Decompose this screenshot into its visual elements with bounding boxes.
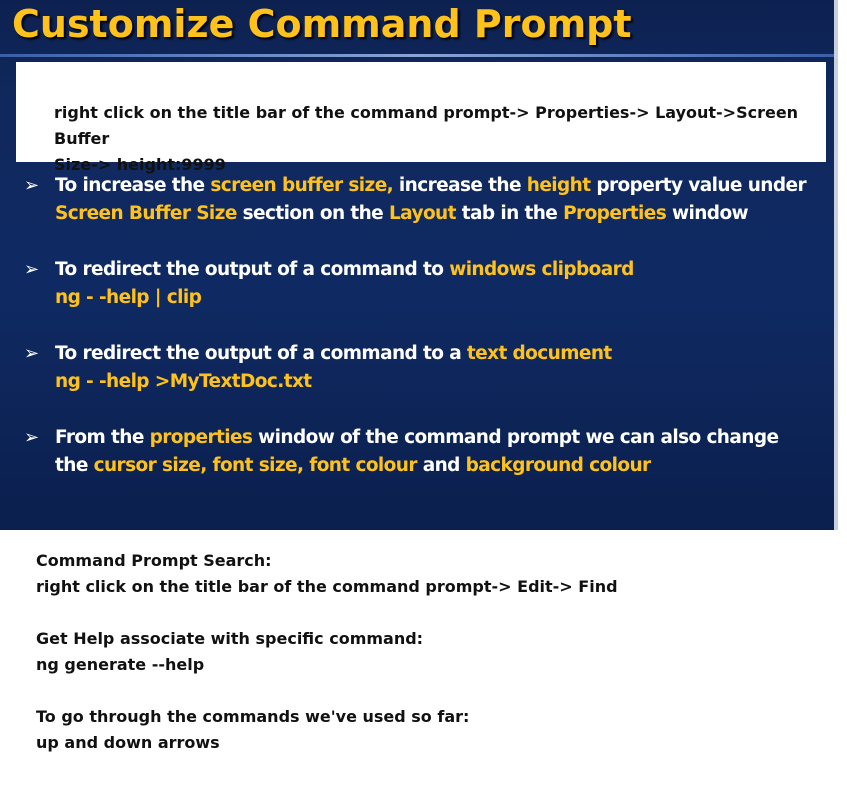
text: window of the command prompt we can also… xyxy=(252,427,779,448)
highlight: Layout xyxy=(388,203,456,224)
slide-title: Customize Command Prompt xyxy=(12,2,632,46)
layout-note-box: right click on the title bar of the comm… xyxy=(16,62,826,174)
text: increase the xyxy=(393,175,527,196)
arrow-bullet-icon: ➢ xyxy=(24,427,39,448)
highlight: background colour xyxy=(465,455,652,476)
note-text: right click on the title bar of the comm… xyxy=(36,577,618,596)
bullet-line: To increase the screen buffer size, incr… xyxy=(55,172,824,200)
note-heading: Get Help associate with specific command… xyxy=(36,629,424,648)
highlight: cursor size, font size, font colour xyxy=(93,455,418,476)
highlight: properties xyxy=(149,427,253,448)
notes-section: Command Prompt Search: right click on th… xyxy=(36,548,816,782)
note-history: To go through the commands we've used so… xyxy=(36,704,816,756)
highlight: windows clipboard xyxy=(449,259,634,280)
bullet-line: Screen Buffer Size section on the Layout… xyxy=(55,200,824,228)
note-heading: Command Prompt Search: xyxy=(36,551,272,570)
title-divider xyxy=(0,54,834,57)
slide-image: Customize Command Prompt right click on … xyxy=(0,0,838,530)
note-text: ng generate --help xyxy=(36,655,205,674)
bullet-text-document: ➢ To redirect the output of a command to… xyxy=(24,340,824,396)
note-search: Command Prompt Search: right click on th… xyxy=(36,548,816,600)
text: section on the xyxy=(236,203,389,224)
text: the xyxy=(55,455,94,476)
text: To redirect the output of a command to xyxy=(55,259,450,280)
bullet-buffer-size: ➢ To increase the screen buffer size, in… xyxy=(24,172,824,228)
bullet-properties: ➢ From the properties window of the comm… xyxy=(24,424,824,480)
bullet-line: ng - -help >MyTextDoc.txt xyxy=(55,368,824,396)
arrow-bullet-icon: ➢ xyxy=(24,175,39,196)
text: window xyxy=(666,203,749,224)
text: property value under xyxy=(590,175,806,196)
command-example: ng - -help >MyTextDoc.txt xyxy=(55,371,312,392)
note-help: Get Help associate with specific command… xyxy=(36,626,816,678)
highlight: height xyxy=(526,175,591,196)
bullet-line: the cursor size, font size, font colour … xyxy=(55,452,824,480)
text: From the xyxy=(55,427,150,448)
highlight: Screen Buffer Size xyxy=(55,203,237,224)
command-example: ng - -help | clip xyxy=(55,287,202,308)
text: To redirect the output of a command to a xyxy=(55,343,467,364)
bullet-line: To redirect the output of a command to w… xyxy=(55,256,824,284)
bullet-line: ng - -help | clip xyxy=(55,284,824,312)
text: tab in the xyxy=(455,203,564,224)
note-text: up and down arrows xyxy=(36,733,220,752)
note-heading: To go through the commands we've used so… xyxy=(36,707,470,726)
text: To increase the xyxy=(55,175,211,196)
bullet-list: ➢ To increase the screen buffer size, in… xyxy=(24,172,824,508)
arrow-bullet-icon: ➢ xyxy=(24,343,39,364)
highlight: text document xyxy=(466,343,612,364)
bullet-clipboard: ➢ To redirect the output of a command to… xyxy=(24,256,824,312)
note-line-1: right click on the title bar of the comm… xyxy=(54,103,799,148)
bullet-line: To redirect the output of a command to a… xyxy=(55,340,824,368)
arrow-bullet-icon: ➢ xyxy=(24,259,39,280)
highlight: Properties xyxy=(563,203,667,224)
highlight: screen buffer size, xyxy=(210,175,394,196)
bullet-line: From the properties window of the comman… xyxy=(55,424,824,452)
text: and xyxy=(416,455,466,476)
